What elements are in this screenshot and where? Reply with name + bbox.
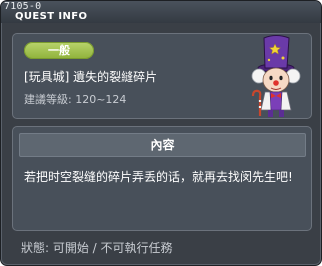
content-header: 內容 — [19, 133, 306, 157]
quest-summary-panel: 一般 [玩具城] 遺失的裂縫碎片 建議等級: 120~124 — [12, 33, 312, 119]
content-body: 若把时空裂缝的碎片弄丢的话，就再去找闵先生吧! — [24, 170, 293, 184]
quest-status: 狀態: 可開始 / 不可執行任務 — [21, 241, 173, 255]
level-requirement: 建議等級: 120~124 — [24, 93, 127, 106]
quest-info-window: 7105-0 QUEST INFO 一般 [玩具城] 遺失的裂縫碎片 建議等級:… — [0, 0, 322, 266]
quest-type-badge: 一般 — [24, 42, 94, 59]
window-title: QUEST INFO — [15, 11, 88, 22]
clown-npc-icon — [251, 35, 301, 117]
title-bar[interactable]: 7105-0 QUEST INFO — [1, 1, 321, 23]
quest-content-panel: 內容 若把时空裂缝的碎片弄丢的话，就再去找闵先生吧! — [12, 126, 312, 231]
quest-name: [玩具城] 遺失的裂縫碎片 — [24, 70, 158, 84]
